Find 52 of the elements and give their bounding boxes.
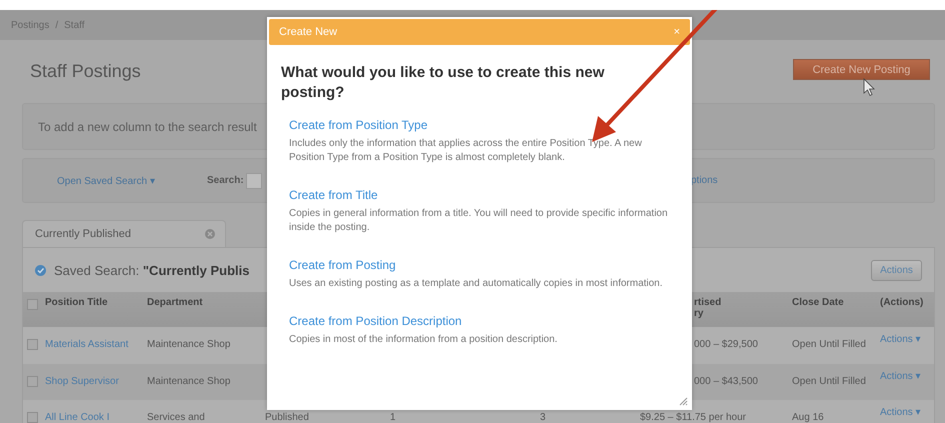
table-cell-text: $9.25 – $11.75 per hour	[640, 412, 748, 423]
option-description: Copies in most of the information from a position description.	[289, 333, 558, 347]
saved-search-title: Saved Search: "Currently Publis	[54, 262, 250, 278]
position-link[interactable]: Materials Assistant	[45, 339, 147, 350]
column-header: rtised ry	[693, 297, 722, 319]
checkbox[interactable]	[27, 339, 38, 350]
table-cell-text: 3	[540, 412, 547, 423]
actions-menu-link[interactable]: Actions ▾	[880, 333, 934, 345]
check-icon	[35, 264, 46, 276]
column-header: Department	[147, 297, 204, 308]
resize-grip-icon[interactable]	[679, 397, 688, 406]
search-field[interactable]	[246, 172, 262, 188]
tab[interactable]: Currently Published	[22, 220, 226, 247]
table-cell-text: Open Until Filled	[792, 376, 867, 387]
search-label: Search:	[207, 175, 244, 186]
option-link[interactable]: Create from Posting	[289, 258, 396, 272]
breadcrumb-separator: /	[55, 20, 58, 30]
option-link[interactable]: Create from Position Type	[289, 118, 428, 132]
column-header: Position Title	[45, 297, 109, 308]
checkbox[interactable]	[27, 376, 38, 387]
position-link[interactable]: All Line Cook I	[45, 412, 147, 423]
close-icon[interactable]	[205, 229, 215, 239]
column-header: (Actions)	[880, 297, 924, 308]
dialog-question: What would you like to use to create this new posting?	[281, 63, 606, 103]
table-cell-text: Maintenance Shop	[147, 339, 232, 350]
checkbox[interactable]	[27, 299, 38, 310]
page-title: Staff Postings	[30, 61, 141, 82]
actions-menu-link[interactable]: Actions ▾	[880, 370, 934, 382]
table-cell-text: 000 – $29,500	[693, 339, 759, 350]
table-cell-text: Open Until Filled	[792, 339, 867, 350]
table-cell-text: Aug 16	[792, 412, 825, 423]
mouse-cursor-icon	[864, 78, 875, 96]
table-cell-text: Published	[265, 412, 310, 423]
actions-menu-link[interactable]: Actions ▾	[880, 406, 934, 418]
create-posting-button[interactable]: Create New Posting	[793, 59, 930, 80]
table-cell-text: Services and	[147, 412, 206, 423]
option-description: Includes only the information that applies across the entire Position Type. A new Position Type from a Position Type is almost completely blank.	[289, 137, 643, 165]
option-link[interactable]: Create from Position Description	[289, 314, 462, 328]
checkbox[interactable]	[27, 412, 38, 423]
position-link[interactable]: Shop Supervisor	[45, 376, 147, 387]
column-header: Close Date	[792, 297, 845, 308]
option-description: Copies in general information from a title. You will need to provide specific information inside the posting.	[289, 207, 669, 235]
info-message: To add a new column to the search result	[38, 120, 257, 134]
actions-button[interactable]: Actions	[871, 260, 922, 280]
dialog-title: Create New	[279, 26, 338, 38]
option-description: Uses an existing posting as a template and automatically copies in most information.	[289, 277, 664, 291]
close-button[interactable]: ×	[674, 26, 680, 38]
option-link[interactable]: Create from Title	[289, 188, 378, 202]
table-cell-text: Maintenance Shop	[147, 376, 232, 387]
saved-search-link[interactable]: Open Saved Search ▾	[57, 174, 207, 186]
table-cell-text: 000 – $43,500	[693, 376, 759, 387]
table-cell-text: 1	[390, 412, 397, 423]
